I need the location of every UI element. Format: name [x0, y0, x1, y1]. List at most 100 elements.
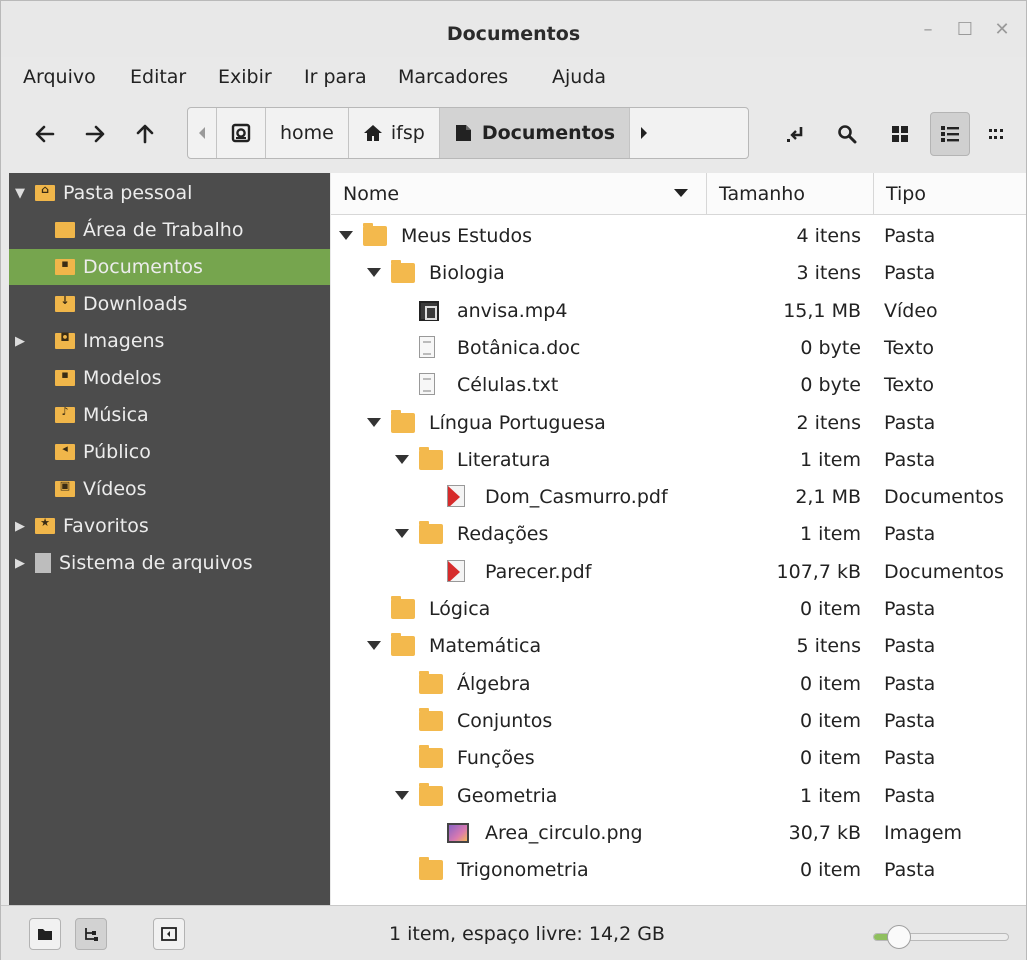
table-row[interactable]: Lógica 0 item Pasta	[331, 591, 1026, 628]
file-type: Pasta	[884, 448, 936, 471]
menu-editar[interactable]: Editar	[130, 66, 186, 88]
sidebar-item-templates-folder[interactable]: ▪ Modelos	[9, 360, 330, 396]
table-row[interactable]: Trigonometria 0 item Pasta	[331, 852, 1026, 889]
folder-icon	[419, 670, 443, 694]
sidebar-item-label: Documentos	[83, 256, 203, 278]
file-type: Texto	[884, 336, 935, 359]
image-file-icon	[447, 822, 469, 843]
menu-arquivo[interactable]: Arquivo	[23, 66, 96, 88]
file-size: 2,1 MB	[795, 486, 861, 509]
file-type: Pasta	[884, 262, 936, 285]
expand-right-icon[interactable]: ▶	[15, 334, 29, 349]
expand-down-icon[interactable]	[395, 790, 409, 800]
sidebar-item-favorites-folder[interactable]: ▶ ★ Favoritos	[9, 508, 330, 544]
sidebar-item-home-folder[interactable]: ▼ ⌂ Pasta pessoal	[9, 175, 330, 211]
file-type: Texto	[884, 374, 935, 397]
sidebar-item-music-folder[interactable]: ♪ Música	[9, 397, 330, 433]
file-size: 1 item	[799, 523, 861, 546]
sidebar-item-drive[interactable]: ▶ Sistema de arquivos	[9, 545, 330, 581]
menu-ir-para[interactable]: Ir para	[304, 66, 367, 88]
table-row[interactable]: Area_circulo.png 30,7 kB Imagem	[331, 815, 1026, 852]
expand-down-icon[interactable]	[367, 268, 381, 278]
table-row[interactable]: Conjuntos 0 item Pasta	[331, 703, 1026, 740]
close-icon[interactable]: ✕	[991, 19, 1013, 41]
table-row[interactable]: Geometria 1 item Pasta	[331, 778, 1026, 815]
breadcrumb-root[interactable]	[217, 108, 266, 158]
sidebar-item-pictures-folder[interactable]: ▶ ◘ Imagens	[9, 323, 330, 359]
file-name: Parecer.pdf	[485, 560, 592, 583]
file-size: 30,7 kB	[788, 821, 861, 844]
menu-exibir[interactable]: Exibir	[218, 66, 272, 88]
sidebar-item-desktop-folder[interactable]: Área de Trabalho	[9, 212, 330, 248]
breadcrumb-home[interactable]: home	[266, 108, 349, 158]
icon-view-button[interactable]	[880, 112, 920, 156]
folder-icon	[391, 260, 415, 284]
sidebar-item-label: Downloads	[83, 293, 188, 315]
breadcrumb-documentos-label: Documentos	[481, 122, 616, 144]
table-row[interactable]: Células.txt 0 byte Texto	[331, 367, 1026, 404]
pdf-file-icon	[447, 485, 465, 508]
table-row[interactable]: Literatura 1 item Pasta	[331, 442, 1026, 479]
videos-folder-icon: ▣	[55, 479, 75, 497]
expand-down-icon[interactable]	[395, 454, 409, 464]
list-view-button[interactable]	[930, 112, 970, 156]
compact-view-button[interactable]	[977, 112, 1017, 156]
file-type: Pasta	[884, 784, 936, 807]
file-size: 0 item	[799, 598, 861, 620]
expand-down-icon[interactable]	[367, 417, 381, 427]
table-row[interactable]: Parecer.pdf 107,7 kB Documentos	[331, 554, 1026, 591]
breadcrumb-documentos[interactable]: Documentos	[439, 108, 631, 158]
expand-down-icon[interactable]	[367, 641, 381, 651]
maximize-icon[interactable]: ☐	[954, 19, 976, 41]
file-name: Álgebra	[457, 672, 531, 695]
expand-down-icon[interactable]	[395, 529, 409, 539]
expand-down-icon[interactable]	[339, 231, 353, 240]
downloads-folder-icon: ↓	[55, 294, 75, 312]
table-row[interactable]: Língua Portuguesa 2 itens Pasta	[331, 405, 1026, 442]
menu-ajuda[interactable]: Ajuda	[552, 66, 606, 88]
breadcrumb-scroll-right[interactable]	[630, 108, 658, 158]
file-name: Dom_Casmurro.pdf	[485, 486, 668, 509]
table-row[interactable]: Matemática 5 itens Pasta	[331, 628, 1026, 665]
forward-button[interactable]	[75, 112, 115, 156]
sidebar-item-downloads-folder[interactable]: ↓ Downloads	[9, 286, 330, 322]
favorites-folder-icon: ★	[35, 516, 55, 534]
table-row[interactable]: Botânica.doc 0 byte Texto	[331, 330, 1026, 367]
file-type: Pasta	[884, 523, 936, 546]
table-row[interactable]: Álgebra 0 item Pasta	[331, 666, 1026, 703]
column-header-name[interactable]: Nome	[331, 173, 707, 215]
sidebar-item-public-folder[interactable]: ◂ Público	[9, 434, 330, 470]
table-row[interactable]: Dom_Casmurro.pdf 2,1 MB Documentos	[331, 479, 1026, 516]
expand-right-icon[interactable]: ▶	[15, 556, 29, 571]
table-row[interactable]: Redações 1 item Pasta	[331, 516, 1026, 553]
column-header-type[interactable]: Tipo	[874, 173, 1026, 215]
breadcrumb-scroll-left[interactable]	[188, 108, 217, 158]
expand-down-icon[interactable]: ▼	[15, 186, 29, 201]
column-header-size[interactable]: Tamanho	[707, 173, 874, 215]
sidebar-item-videos-folder[interactable]: ▣ Vídeos	[9, 471, 330, 507]
hide-sidebar-button[interactable]	[153, 918, 185, 950]
minimize-icon[interactable]: –	[917, 19, 939, 41]
search-button[interactable]	[827, 112, 867, 156]
table-row[interactable]: anvisa.mp4 15,1 MB Vídeo	[331, 293, 1026, 330]
table-row[interactable]: Biologia 3 itens Pasta	[331, 255, 1026, 292]
file-size: 107,7 kB	[776, 560, 861, 583]
sidebar-item-documents-folder[interactable]: ▪ Documentos	[9, 249, 330, 285]
arrow-up-icon	[136, 124, 154, 144]
title-bar[interactable]: Documentos – ☐ ✕	[1, 1, 1026, 57]
show-tree-button[interactable]	[75, 918, 107, 950]
menu-marcadores[interactable]: Marcadores	[398, 66, 508, 88]
sidebar-item-label: Pasta pessoal	[63, 182, 193, 204]
table-row[interactable]: Funções 0 item Pasta	[331, 740, 1026, 777]
location-toggle-button[interactable]	[777, 112, 817, 156]
expand-right-icon[interactable]: ▶	[15, 519, 29, 534]
zoom-slider[interactable]	[873, 925, 1009, 949]
table-row[interactable]: Meus Estudos 4 itens Pasta	[331, 218, 1026, 255]
breadcrumb: home ifsp Documentos	[187, 107, 749, 159]
zoom-slider-handle[interactable]	[887, 925, 912, 949]
breadcrumb-ifsp[interactable]: ifsp	[349, 108, 440, 158]
toolbar: home ifsp Documentos	[1, 99, 1026, 171]
up-button[interactable]	[125, 112, 165, 156]
show-places-button[interactable]	[29, 918, 61, 950]
back-button[interactable]	[25, 112, 65, 156]
